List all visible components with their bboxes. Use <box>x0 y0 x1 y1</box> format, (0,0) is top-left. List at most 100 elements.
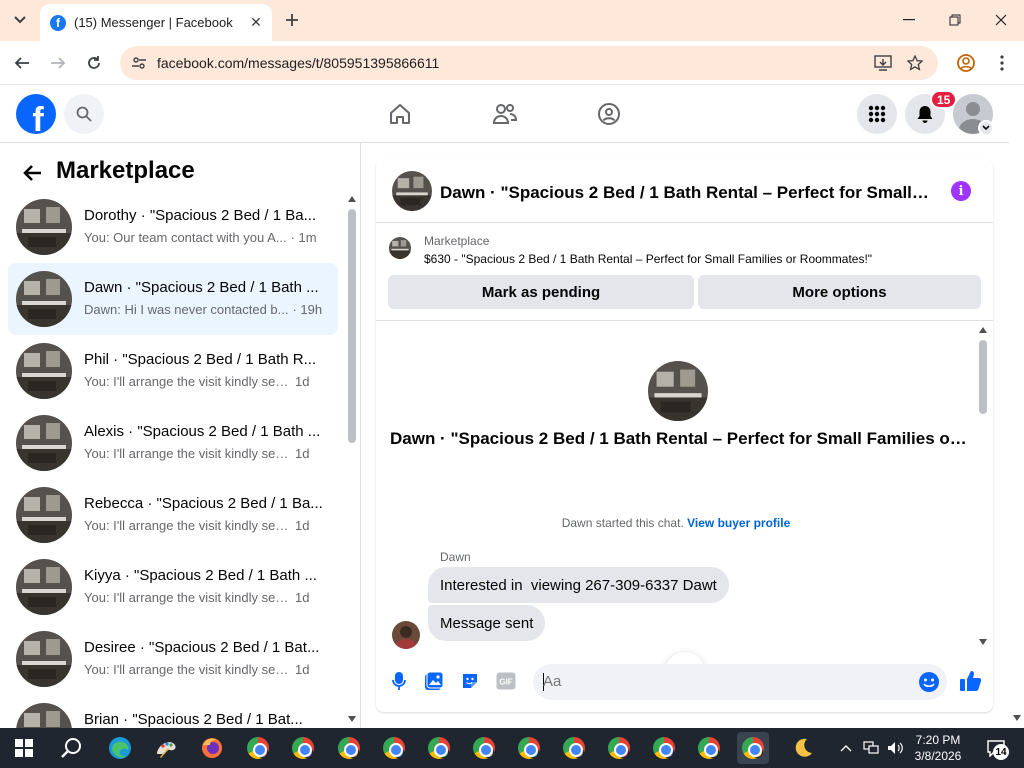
address-bar[interactable]: facebook.com/messages/t/805951395866611 <box>120 46 938 80</box>
forward-button[interactable] <box>44 49 72 77</box>
conversation-item[interactable]: Rebecca · "Spacious 2 Bed / 1 Ba... You:… <box>8 479 338 551</box>
profile-button[interactable] <box>952 49 980 77</box>
conversation-snippet: You: I'll arrange the visit kindly sen..… <box>84 518 324 533</box>
facebook-logo-icon[interactable]: f <box>16 94 56 134</box>
conversation-item[interactable]: Dorothy · "Spacious 2 Bed / 1 Ba... You:… <box>8 191 338 263</box>
minimize-button[interactable] <box>886 0 932 40</box>
mark-as-pending-button[interactable]: Mark as pending <box>388 275 694 309</box>
snippet-time: 1d <box>295 446 310 461</box>
conversation-item[interactable]: Brian · "Spacious 2 Bed / 1 Bat... <box>8 695 338 728</box>
close-window-button[interactable] <box>978 0 1024 40</box>
firefox-icon[interactable] <box>196 732 228 764</box>
bookmark-star-icon[interactable] <box>904 52 926 74</box>
tab-search-button[interactable] <box>6 6 34 34</box>
conversation-item[interactable]: Kiyya · "Spacious 2 Bed / 1 Bath ... You… <box>8 551 338 623</box>
chrome-profile-icon[interactable] <box>242 732 274 764</box>
more-options-button[interactable]: More options <box>698 275 981 309</box>
chrome-profile-icon[interactable] <box>603 732 635 764</box>
snippet-time: 1d <box>295 590 310 605</box>
messages-scrollbar[interactable] <box>975 324 993 650</box>
home-nav-button[interactable] <box>386 100 414 128</box>
conversation-item[interactable]: Desiree · "Spacious 2 Bed / 1 Bat... You… <box>8 623 338 695</box>
facebook-search-button[interactable] <box>64 94 104 134</box>
sticker-icon[interactable] <box>459 670 481 692</box>
emoji-icon[interactable] <box>918 671 940 693</box>
chrome-profile-icon[interactable] <box>558 732 590 764</box>
notification-center-badge: 14 <box>993 744 1009 760</box>
reload-button[interactable] <box>80 49 108 77</box>
snippet-text: You: I'll arrange the visit kindly sen..… <box>84 590 291 605</box>
view-buyer-profile-link[interactable]: View buyer profile <box>687 516 790 530</box>
page-scrollbar[interactable] <box>1009 86 1024 728</box>
night-light-icon[interactable] <box>787 732 819 764</box>
friends-nav-button[interactable] <box>491 100 519 128</box>
taskbar-search-button[interactable] <box>56 732 88 764</box>
chrome-profile-icon[interactable] <box>648 732 680 764</box>
tab-title: (15) Messenger | Facebook <box>74 15 233 30</box>
chrome-profile-icon[interactable] <box>333 732 365 764</box>
chrome-profile-icon[interactable] <box>513 732 545 764</box>
message-input-field[interactable] <box>533 664 947 700</box>
paint-icon[interactable] <box>150 732 182 764</box>
grid-menu-icon <box>868 105 886 123</box>
message-input[interactable] <box>543 673 903 690</box>
thumbs-up-icon[interactable] <box>959 669 983 693</box>
chrome-profile-icon[interactable] <box>378 732 410 764</box>
gif-icon[interactable]: GIF <box>495 670 517 692</box>
edge-icon[interactable] <box>104 732 136 764</box>
restore-button[interactable] <box>932 0 978 40</box>
conversation-item[interactable]: Alexis · "Spacious 2 Bed / 1 Bath ... Yo… <box>8 407 338 479</box>
message-bubble[interactable]: Message sent <box>428 605 546 641</box>
chrome-profile-icon[interactable] <box>423 732 455 764</box>
back-arrow-button[interactable] <box>18 159 46 187</box>
clock-date: 3/8/2026 <box>914 749 962 763</box>
browser-tab[interactable]: f (15) Messenger | Facebook ✕ <box>40 4 272 41</box>
snippet-text: You: I'll arrange the visit kindly sen..… <box>84 518 291 533</box>
chat-header-title[interactable]: Dawn · "Spacious 2 Bed / 1 Bath Rental –… <box>440 183 930 203</box>
volume-icon[interactable] <box>884 732 906 764</box>
scroll-up-arrow-icon[interactable] <box>347 195 357 203</box>
conversation-item[interactable]: Phil · "Spacious 2 Bed / 1 Bath R... You… <box>8 335 338 407</box>
message-bubble[interactable]: Interested in viewing 267-309-6337 Dawt <box>428 567 729 603</box>
scroll-down-arrow-icon[interactable] <box>978 638 988 646</box>
chat-header: Dawn · "Spacious 2 Bed / 1 Bath Rental –… <box>376 159 993 223</box>
info-icon[interactable]: i <box>951 181 971 201</box>
chrome-profile-icon[interactable] <box>693 732 725 764</box>
start-button[interactable] <box>8 732 40 764</box>
show-hidden-icons-icon[interactable] <box>836 732 856 764</box>
conversation-item-active[interactable]: Dawn · "Spacious 2 Bed / 1 Bath ... Dawn… <box>8 263 338 335</box>
menu-grid-button[interactable] <box>857 94 897 134</box>
photo-icon[interactable] <box>423 670 445 692</box>
scroll-down-arrow-icon[interactable] <box>347 715 357 723</box>
system-clock[interactable]: 7:20 PM 3/8/2026 <box>912 732 964 764</box>
chrome-profile-icon-active[interactable] <box>737 732 769 764</box>
marketplace-listing-row[interactable]: Marketplace $630 - "Spacious 2 Bed / 1 B… <box>376 224 993 268</box>
groups-nav-button[interactable] <box>595 100 623 128</box>
search-icon <box>76 106 92 122</box>
close-tab-icon[interactable]: ✕ <box>246 13 266 33</box>
listing-thumbnail <box>16 343 72 399</box>
listing-thumbnail <box>16 631 72 687</box>
sidebar-scroll-thumb[interactable] <box>348 209 356 443</box>
chrome-profile-icon[interactable] <box>287 732 319 764</box>
scroll-down-arrow-icon[interactable] <box>1012 714 1022 722</box>
conversation-list: Dorothy · "Spacious 2 Bed / 1 Ba... You:… <box>8 191 338 728</box>
sidebar-scrollbar[interactable] <box>342 195 360 727</box>
browser-menu-button[interactable] <box>988 49 1016 77</box>
messages-scroll-thumb[interactable] <box>979 340 987 414</box>
chrome-profile-icon[interactable] <box>468 732 500 764</box>
chat-header-avatar[interactable] <box>392 171 432 211</box>
new-tab-button[interactable] <box>281 9 303 31</box>
more-vertical-icon <box>1000 55 1004 71</box>
site-info-icon[interactable] <box>128 52 150 74</box>
conversation-snippet: Dawn: Hi I was never contacted b... · 19h <box>84 302 324 317</box>
conversation-name: Dawn · "Spacious 2 Bed / 1 Bath ... <box>84 279 319 296</box>
network-icon[interactable] <box>860 732 882 764</box>
scroll-up-arrow-icon[interactable] <box>978 326 988 334</box>
account-chevron-icon[interactable] <box>978 120 994 136</box>
conversation-name: Desiree · "Spacious 2 Bed / 1 Bat... <box>84 639 320 656</box>
arrow-right-icon <box>51 57 66 69</box>
install-app-icon[interactable] <box>872 52 894 74</box>
back-button[interactable] <box>8 49 36 77</box>
microphone-icon[interactable] <box>388 670 410 692</box>
